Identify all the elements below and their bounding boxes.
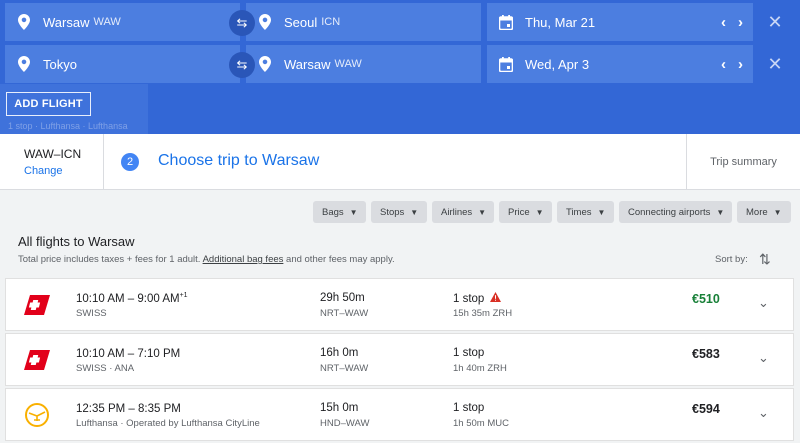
airline-name: SWISS · ANA xyxy=(76,363,135,374)
filter-airlines[interactable]: Airlines ▼ xyxy=(432,201,494,223)
flight-price: €583 xyxy=(692,347,720,361)
swiss-logo-icon xyxy=(24,293,50,317)
filter-bags[interactable]: Bags ▼ xyxy=(313,201,366,223)
destination-code: WAW xyxy=(334,58,362,70)
filter-bar: Bags ▼ Stops ▼ Airlines ▼ Price ▼ Times ▼ Con… xyxy=(0,201,800,223)
trip-summary-step[interactable]: Trip summary xyxy=(686,134,800,190)
caret-down-icon: ▼ xyxy=(716,207,725,217)
origin-field-1[interactable]: Warsaw WAW xyxy=(5,3,240,41)
previous-route: WAW–ICN xyxy=(24,147,82,161)
swap-icon[interactable]: ⇆ xyxy=(229,10,255,36)
chevron-down-icon[interactable]: ⌄ xyxy=(758,295,769,311)
date-stepper: ‹ › xyxy=(721,45,743,83)
caret-down-icon: ▼ xyxy=(410,207,419,217)
close-icon[interactable]: ✕ xyxy=(764,53,786,75)
caret-down-icon: ▼ xyxy=(478,207,487,217)
lufthansa-logo-icon xyxy=(24,403,50,427)
calendar-icon xyxy=(487,14,525,30)
flight-price: €510 xyxy=(692,292,720,306)
search-panel: Warsaw WAW ⇆ Seoul ICN Thu, Mar 21 ‹ › ✕ xyxy=(0,0,800,134)
layover-info: 1h 40m ZRH xyxy=(453,363,507,374)
flight-route: NRT–WAW xyxy=(320,308,369,319)
origin-city: Tokyo xyxy=(43,56,77,72)
destination-city: Seoul xyxy=(284,14,318,30)
flight-times: 12:35 PM – 8:35 PM xyxy=(76,402,181,415)
sort-icon[interactable]: ⇅ xyxy=(759,251,771,268)
close-icon[interactable]: ✕ xyxy=(764,11,786,33)
step-number-badge: 2 xyxy=(121,153,139,171)
chevron-down-icon[interactable]: ⌄ xyxy=(758,350,769,366)
flight-price: €594 xyxy=(692,402,720,416)
flight-card[interactable]: 10:10 AM – 9:00 AM+1 SWISS 29h 50m NRT–W… xyxy=(5,278,794,331)
chevron-right-icon[interactable]: › xyxy=(738,56,743,73)
change-link[interactable]: Change xyxy=(24,165,103,177)
caret-down-icon: ▼ xyxy=(535,207,544,217)
stops-info: 1 stop xyxy=(453,347,485,359)
sort-label: Sort by: xyxy=(715,254,748,265)
origin-field-2[interactable]: Tokyo xyxy=(5,45,240,83)
step-title: Choose trip to Warsaw xyxy=(158,152,320,169)
flight-duration: 29h 50m xyxy=(320,292,365,304)
flight-times: 10:10 AM – 9:00 AM+1 xyxy=(76,292,188,305)
destination-code: ICN xyxy=(321,16,341,28)
layover-info: 1h 50m MUC xyxy=(453,418,509,429)
date-field-2[interactable]: Wed, Apr 3 ‹ › xyxy=(487,45,753,83)
filter-stops[interactable]: Stops ▼ xyxy=(371,201,427,223)
caret-down-icon: ▼ xyxy=(349,207,358,217)
date-stepper: ‹ › xyxy=(721,3,743,41)
origin-city: Warsaw xyxy=(43,14,90,30)
stops-info: 1 stop xyxy=(453,402,485,414)
origin-code: WAW xyxy=(93,16,121,28)
flight-route: NRT–WAW xyxy=(320,363,369,374)
flight-card[interactable]: 10:10 AM – 7:10 PM SWISS · ANA 16h 0m NR… xyxy=(5,333,794,386)
price-disclaimer: Total price includes taxes + fees for 1 … xyxy=(18,254,395,265)
departure-date: Thu, Mar 21 xyxy=(525,14,596,30)
chevron-right-icon[interactable]: › xyxy=(738,14,743,31)
filter-price[interactable]: Price ▼ xyxy=(499,201,552,223)
stops-info: 1 stop xyxy=(453,292,502,305)
swiss-logo-icon xyxy=(24,348,50,372)
filter-times[interactable]: Times ▼ xyxy=(557,201,614,223)
flight-card[interactable]: 12:35 PM – 8:35 PM Lufthansa · Operated … xyxy=(5,388,794,441)
previous-step: WAW–ICN Change xyxy=(0,134,104,190)
chevron-down-icon[interactable]: ⌄ xyxy=(758,405,769,421)
swap-icon[interactable]: ⇆ xyxy=(229,52,255,78)
calendar-icon xyxy=(487,56,525,72)
location-pin-icon xyxy=(5,14,43,30)
bag-fees-link[interactable]: Additional bag fees xyxy=(203,254,284,265)
airline-name: SWISS xyxy=(76,308,107,319)
layover-info: 15h 35m ZRH xyxy=(453,308,513,319)
chevron-left-icon[interactable]: ‹ xyxy=(721,56,726,73)
caret-down-icon: ▼ xyxy=(773,207,782,217)
destination-city: Warsaw xyxy=(284,56,331,72)
location-pin-icon xyxy=(5,56,43,72)
departure-date: Wed, Apr 3 xyxy=(525,56,590,72)
faded-summary-text: 1 stop · Lufthansa · Lufthansa xyxy=(8,121,128,131)
caret-down-icon: ▼ xyxy=(597,207,606,217)
filter-more[interactable]: More ▼ xyxy=(737,201,791,223)
chevron-left-icon[interactable]: ‹ xyxy=(721,14,726,31)
flight-route: HND–WAW xyxy=(320,418,370,429)
day-offset: +1 xyxy=(179,292,188,299)
airline-name: Lufthansa · Operated by Lufthansa CityLi… xyxy=(76,418,260,429)
list-title: All flights to Warsaw xyxy=(18,234,135,249)
destination-field-2[interactable]: Warsaw WAW xyxy=(246,45,481,83)
destination-field-1[interactable]: Seoul ICN xyxy=(246,3,481,41)
flight-times: 10:10 AM – 7:10 PM xyxy=(76,347,181,360)
flight-duration: 16h 0m xyxy=(320,347,359,359)
filter-connecting-airports[interactable]: Connecting airports ▼ xyxy=(619,201,732,223)
flight-duration: 15h 0m xyxy=(320,402,359,414)
warning-icon xyxy=(490,292,502,305)
add-flight-button[interactable]: ADD FLIGHT xyxy=(6,92,91,116)
flight-leg-1: Warsaw WAW ⇆ Seoul ICN Thu, Mar 21 ‹ › ✕ xyxy=(0,3,800,41)
flight-leg-2: Tokyo ⇆ Warsaw WAW Wed, Apr 3 ‹ › ✕ xyxy=(0,45,800,83)
step-bar: WAW–ICN Change 2 Choose trip to Warsaw T… xyxy=(0,134,800,190)
date-field-1[interactable]: Thu, Mar 21 ‹ › xyxy=(487,3,753,41)
